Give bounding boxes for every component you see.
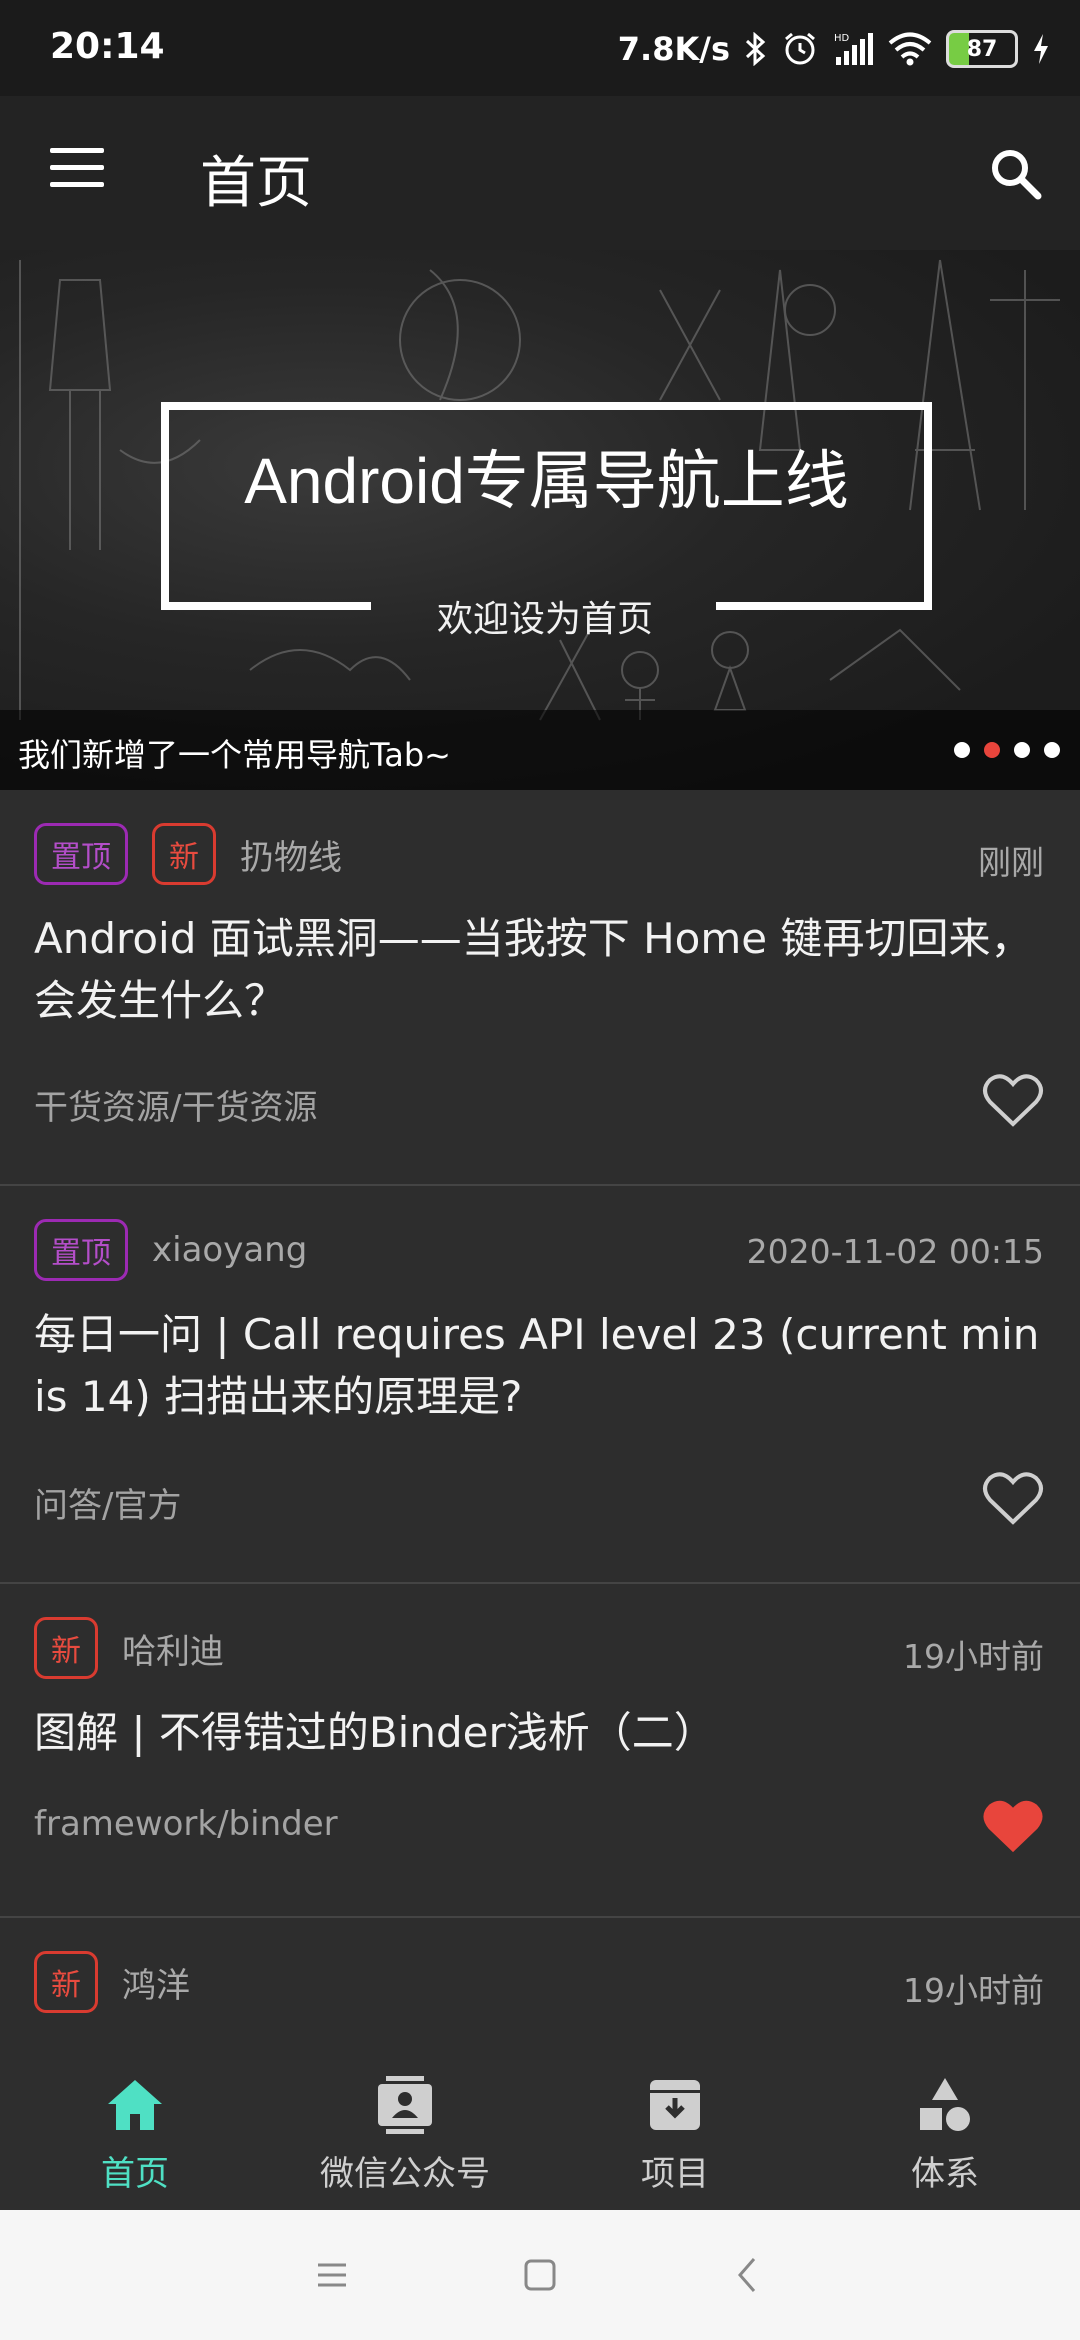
article-meta: 新 鸿洋	[34, 1950, 190, 2014]
page-title: 首页	[200, 151, 312, 216]
banner-caption: 我们新增了一个常用导航Tab~	[18, 736, 451, 774]
carousel-dot[interactable]	[1014, 742, 1030, 758]
article-chapter[interactable]: 问答/官方	[34, 1478, 181, 1527]
archive-box-icon	[650, 2080, 700, 2130]
status-bar: 20:14 7.8K/s HD 87	[0, 0, 1080, 96]
article-time: 2020-11-02 00:15	[746, 1232, 1044, 1271]
nav-wechat-label: 微信公众号	[320, 2154, 490, 2194]
bluetooth-icon	[745, 32, 766, 66]
banner-headline: Android专属导航上线	[244, 445, 849, 517]
tag-new: 新	[34, 1951, 98, 2013]
carousel-dot[interactable]	[1044, 742, 1060, 758]
nav-wechat[interactable]: 微信公众号	[270, 2060, 540, 2210]
tag-top: 置顶	[34, 823, 128, 885]
article-list[interactable]: 置顶 新 扔物线 刚刚 Android 面试黑洞——当我按下 Home 键再切回…	[0, 790, 1080, 2060]
article-meta: 置顶 新 扔物线	[34, 822, 342, 886]
article-title[interactable]: Android 面试黑洞——当我按下 Home 键再切回来，会发生什么？	[34, 908, 1044, 1032]
status-icons: 7.8K/s HD 87	[618, 24, 1050, 74]
article-time: 19小时前	[903, 1637, 1044, 1676]
nav-project-label: 项目	[641, 2154, 709, 2194]
heart-outline-icon[interactable]	[982, 1470, 1044, 1526]
banner-subtitle: 欢迎设为首页	[436, 599, 653, 640]
search-icon[interactable]	[988, 146, 1044, 202]
carousel-indicator	[954, 742, 1060, 758]
article-author[interactable]: 哈利迪	[122, 1624, 224, 1673]
heart-filled-icon[interactable]	[982, 1798, 1044, 1854]
article-author[interactable]: xiaoyang	[152, 1230, 307, 1270]
article-author[interactable]: 鸿洋	[122, 1958, 190, 2007]
network-speed: 7.8K/s	[617, 30, 730, 68]
nav-project[interactable]: 项目	[540, 2060, 810, 2210]
carousel-dot-active[interactable]	[984, 742, 1000, 758]
battery-level: 87	[966, 36, 998, 62]
article-chapter[interactable]: 干货资源/干货资源	[34, 1080, 317, 1129]
banner-carousel[interactable]: Android专属导航上线 欢迎设为首页 我们新增了一个常用导航Tab~	[0, 250, 1080, 790]
article-title[interactable]: 图解 | 不得错过的Binder浅析（二）	[34, 1702, 1044, 1764]
charging-icon	[1034, 34, 1048, 64]
shapes-icon	[920, 2078, 970, 2131]
article-card[interactable]: 新 鸿洋 19小时前	[0, 1918, 1080, 2060]
battery-icon: 87	[946, 30, 1018, 68]
tag-new: 新	[152, 823, 216, 885]
article-author[interactable]: 扔物线	[240, 830, 342, 879]
recent-apps-icon[interactable]	[308, 2251, 356, 2299]
tag-top: 置顶	[34, 1219, 128, 1281]
nav-home[interactable]: 首页	[0, 2060, 270, 2210]
carousel-dot[interactable]	[954, 742, 970, 758]
svg-text:HD: HD	[834, 33, 850, 44]
home-icon	[108, 2080, 162, 2130]
contact-card-icon	[378, 2076, 432, 2134]
article-card[interactable]: 新 哈利迪 19小时前 图解 | 不得错过的Binder浅析（二） framew…	[0, 1584, 1080, 1918]
banner-frame-right	[716, 602, 924, 610]
bottom-navigation: 首页 微信公众号 项目 体系	[0, 2060, 1080, 2210]
article-time: 19小时前	[903, 1971, 1044, 2010]
alarm-icon	[785, 32, 815, 65]
banner-caption-bar: 我们新增了一个常用导航Tab~	[0, 710, 1080, 790]
home-button-icon[interactable]	[516, 2251, 564, 2299]
article-card[interactable]: 置顶 xiaoyang 2020-11-02 00:15 每日一问 | Call…	[0, 1186, 1080, 1584]
article-time: 刚刚	[978, 843, 1044, 882]
nav-system[interactable]: 体系	[810, 2060, 1080, 2210]
menu-icon[interactable]	[50, 148, 104, 194]
system-navigation-bar	[0, 2210, 1080, 2340]
article-meta: 新 哈利迪	[34, 1616, 224, 1680]
heart-outline-icon[interactable]	[982, 1072, 1044, 1128]
banner-frame-left	[161, 602, 371, 610]
wifi-icon	[888, 32, 932, 66]
back-icon[interactable]	[724, 2251, 772, 2299]
tag-new: 新	[34, 1617, 98, 1679]
article-title[interactable]: 每日一问 | Call requires API level 23 (curre…	[34, 1304, 1044, 1428]
article-card[interactable]: 置顶 新 扔物线 刚刚 Android 面试黑洞——当我按下 Home 键再切回…	[0, 790, 1080, 1186]
nav-system-label: 体系	[911, 2154, 979, 2194]
nav-home-label: 首页	[101, 2154, 169, 2194]
article-chapter[interactable]: framework/binder	[34, 1804, 338, 1844]
signal-icon: HD	[834, 33, 873, 65]
app-bar: 首页	[0, 96, 1080, 250]
status-time: 20:14	[50, 26, 165, 67]
article-meta: 置顶 xiaoyang	[34, 1218, 307, 1282]
